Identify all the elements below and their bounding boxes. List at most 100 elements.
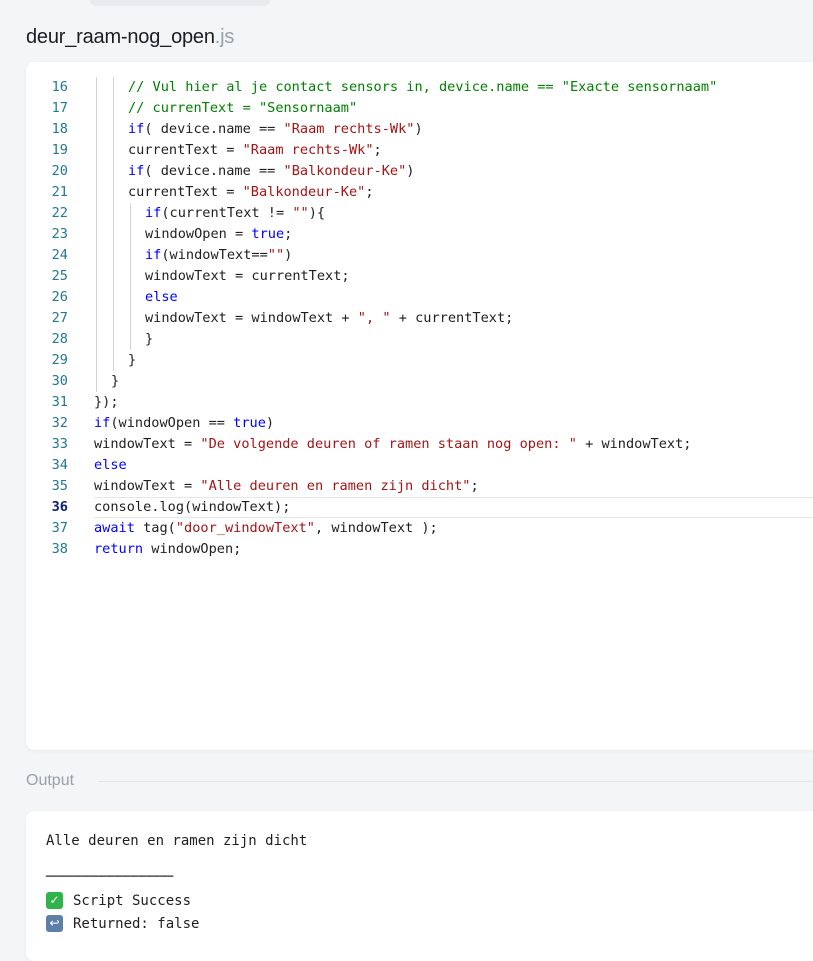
code-line[interactable]: 17 // currenText = "Sensornaam" bbox=[26, 98, 813, 119]
code-line[interactable]: 32 if(windowOpen == true) bbox=[26, 413, 813, 434]
indent-guide bbox=[130, 287, 131, 308]
code-token: else bbox=[94, 457, 127, 473]
line-number: 30 bbox=[51, 373, 68, 389]
code-line[interactable]: 34 else bbox=[26, 455, 813, 476]
line-code: // Vul hier al je contact sensors in, de… bbox=[128, 77, 717, 98]
code-token: windowText = windowText + bbox=[145, 310, 358, 326]
indent-guide bbox=[113, 245, 114, 266]
code-token: (windowText== bbox=[161, 247, 268, 263]
indent-guide bbox=[113, 308, 114, 329]
code-token: "Raam rechts-Wk" bbox=[283, 121, 415, 137]
code-line[interactable]: 26 else bbox=[26, 287, 813, 308]
line-code: currentText = "Balkondeur-Ke"; bbox=[128, 182, 374, 203]
file-extension: .js bbox=[214, 26, 235, 48]
line-code: windowText = "Alle deuren en ramen zijn … bbox=[94, 476, 479, 497]
code-token: "Raam rechts-Wk" bbox=[242, 142, 374, 158]
line-code: if(windowText=="") bbox=[145, 245, 292, 266]
line-number: 18 bbox=[51, 121, 68, 137]
line-number: 29 bbox=[51, 352, 68, 368]
indent-guide bbox=[96, 350, 97, 371]
output-panel: Alle deuren en ramen zijn dicht ────────… bbox=[26, 811, 813, 961]
code-token: + currentText; bbox=[390, 310, 514, 326]
indent-guide bbox=[113, 119, 114, 140]
line-number: 25 bbox=[51, 268, 68, 284]
line-code: windowText = "De volgende deuren of rame… bbox=[94, 434, 691, 455]
code-token: windowOpen = bbox=[145, 226, 252, 242]
code-token: "door_windowText" bbox=[175, 520, 315, 536]
indent-guide bbox=[113, 329, 114, 350]
check-mark-icon: ✓ bbox=[46, 892, 63, 909]
line-number: 35 bbox=[51, 478, 68, 494]
line-code: else bbox=[145, 287, 178, 308]
code-token: } bbox=[128, 352, 137, 368]
code-line[interactable]: 20 if( device.name == "Balkondeur-Ke") bbox=[26, 161, 813, 182]
code-line[interactable]: 18 if( device.name == "Raam rechts-Wk") bbox=[26, 119, 813, 140]
code-token: currentText = bbox=[128, 184, 243, 200]
file-title: deur_raam-nog_open.js bbox=[26, 26, 234, 49]
indent-guide bbox=[96, 287, 97, 308]
code-token: ; bbox=[284, 226, 293, 242]
code-token: ; bbox=[365, 184, 374, 200]
line-code: // currenText = "Sensornaam" bbox=[128, 98, 357, 119]
output-return-row: ↩ Returned: false bbox=[46, 915, 199, 932]
code-line[interactable]: 37 await tag("door_windowText", windowTex… bbox=[26, 518, 813, 539]
code-token: "Alle deuren en ramen zijn dicht" bbox=[200, 478, 471, 494]
indent-guide bbox=[113, 224, 114, 245]
code-line[interactable]: 30} bbox=[26, 371, 813, 392]
code-token: // currenText = "Sensornaam" bbox=[128, 100, 358, 116]
code-token: }); bbox=[94, 394, 119, 410]
code-token: ; bbox=[470, 478, 479, 494]
code-token: ", " bbox=[357, 310, 391, 326]
line-code: } bbox=[111, 371, 119, 392]
code-editor[interactable]: 16 // Vul hier al je contact sensors in, … bbox=[26, 62, 813, 750]
code-lines[interactable]: 16 // Vul hier al je contact sensors in, … bbox=[26, 77, 813, 560]
indent-guide bbox=[130, 266, 131, 287]
line-number: 32 bbox=[51, 415, 68, 431]
code-token: } bbox=[111, 373, 120, 389]
line-number: 23 bbox=[51, 226, 68, 242]
line-number: 27 bbox=[51, 310, 68, 326]
line-code: } bbox=[145, 329, 153, 350]
line-number: 33 bbox=[51, 436, 68, 452]
output-divider bbox=[98, 781, 813, 782]
output-header: Output bbox=[26, 770, 813, 794]
code-line[interactable]: 38 return windowOpen; bbox=[26, 539, 813, 560]
indent-guide bbox=[96, 119, 97, 140]
code-line[interactable]: 21 currentText = "Balkondeur-Ke"; bbox=[26, 182, 813, 203]
code-token: "Balkondeur-Ke" bbox=[283, 163, 407, 179]
line-number: 22 bbox=[51, 205, 68, 221]
code-line[interactable]: 29} bbox=[26, 350, 813, 371]
line-code: if(windowOpen == true) bbox=[94, 413, 274, 434]
indent-guide bbox=[96, 245, 97, 266]
output-text: Alle deuren en ramen zijn dicht bbox=[46, 833, 308, 849]
code-line[interactable]: 28} bbox=[26, 329, 813, 350]
code-token: windowOpen; bbox=[143, 541, 242, 557]
return-arrow-icon: ↩ bbox=[46, 915, 63, 932]
indent-guide bbox=[96, 140, 97, 161]
code-line[interactable]: 35 windowText = "Alle deuren en ramen zij… bbox=[26, 476, 813, 497]
code-token: else bbox=[145, 289, 178, 305]
code-line[interactable]: 16 // Vul hier al je contact sensors in, … bbox=[26, 77, 813, 98]
code-line[interactable]: 24 if(windowText=="") bbox=[26, 245, 813, 266]
indent-guide bbox=[96, 161, 97, 182]
code-line[interactable]: 25 windowText = currentText; bbox=[26, 266, 813, 287]
indent-guide bbox=[113, 77, 114, 98]
code-token: ( device.name == bbox=[144, 163, 284, 179]
output-success-row: ✓ Script Success bbox=[46, 892, 191, 909]
output-return-text: Returned: false bbox=[73, 915, 200, 932]
code-line[interactable]: 33 windowText = "De volgende deuren of ra… bbox=[26, 434, 813, 455]
code-token: } bbox=[145, 331, 154, 347]
code-line[interactable]: 36 console.log(windowText); bbox=[26, 497, 813, 518]
line-number: 20 bbox=[51, 163, 68, 179]
indent-guide bbox=[113, 161, 114, 182]
code-line[interactable]: 31}); bbox=[26, 392, 813, 413]
code-line[interactable]: 19 currentText = "Raam rechts-Wk"; bbox=[26, 140, 813, 161]
code-line[interactable]: 23 windowOpen = true; bbox=[26, 224, 813, 245]
code-line[interactable]: 27 windowText = windowText + ", " + curre… bbox=[26, 308, 813, 329]
line-code: if( device.name == "Raam rechts-Wk") bbox=[128, 119, 423, 140]
line-code: await tag("door_windowText", windowText … bbox=[94, 518, 438, 539]
indent-guide bbox=[130, 224, 131, 245]
code-line[interactable]: 22 if(currentText != ""){ bbox=[26, 203, 813, 224]
line-number: 16 bbox=[51, 79, 68, 95]
code-token: ( device.name == bbox=[144, 121, 284, 137]
